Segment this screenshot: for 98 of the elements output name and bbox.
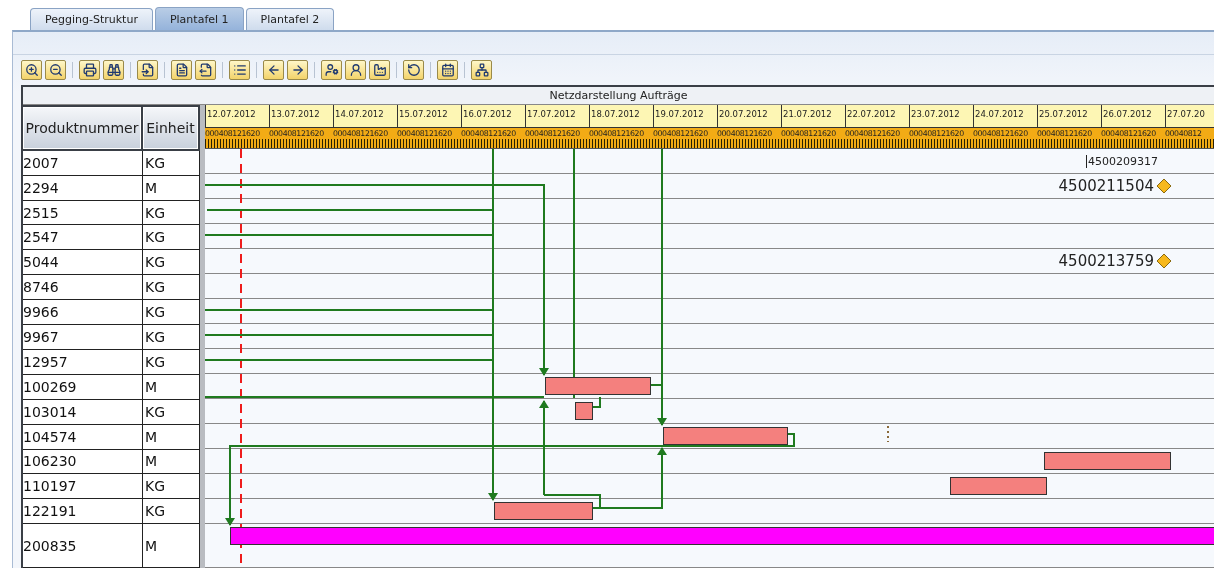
column-header[interactable]: Einheit — [143, 107, 198, 149]
table-cell: 5044 — [23, 254, 59, 271]
person-icon — [324, 63, 339, 77]
calendar-icon — [440, 63, 455, 77]
printer-icon — [82, 63, 97, 77]
order-bar[interactable] — [663, 427, 788, 445]
date-label: 23.07.2012 — [909, 105, 973, 127]
table-cell: 122191 — [23, 503, 77, 520]
toolbar-button[interactable] — [471, 60, 492, 80]
table-cell: 8746 — [23, 279, 59, 296]
date-label: 18.07.2012 — [589, 105, 653, 127]
table-cell: 9967 — [23, 329, 59, 345]
table-cell: M — [145, 378, 158, 395]
print-button[interactable] — [79, 60, 100, 80]
tab[interactable]: Plantafel 2 — [245, 8, 335, 30]
order-number: 4500209317 — [1086, 154, 1158, 168]
network-icon — [474, 63, 489, 77]
order-bar[interactable] — [950, 477, 1047, 495]
forward-button[interactable] — [287, 60, 308, 80]
order-bar[interactable] — [545, 377, 651, 395]
date-label: 17.07.2012 — [525, 105, 589, 127]
table-cell: 2547 — [23, 229, 59, 246]
order-number: 4500213759 — [1058, 252, 1154, 270]
toolbar-button[interactable] — [321, 60, 342, 80]
tab[interactable]: Pegging-Struktur — [30, 8, 153, 30]
back-button[interactable] — [263, 60, 284, 80]
zoom-in-icon — [24, 63, 39, 77]
zoom-out-icon — [48, 63, 63, 77]
date-label: 26.07.2012 — [1101, 105, 1165, 127]
connector-line — [592, 396, 601, 408]
tab[interactable]: Plantafel 1 — [154, 7, 244, 30]
zoom-in-button[interactable] — [21, 60, 42, 80]
date-label: 21.07.2012 — [781, 105, 845, 127]
table-cell: KG — [145, 353, 166, 370]
toolbar-button[interactable] — [195, 60, 216, 80]
table-cell: KG — [145, 204, 166, 221]
table-cell: M — [145, 428, 158, 445]
list-icon — [232, 63, 247, 77]
table-cell: 200835 — [23, 537, 77, 554]
date-label: 27.07.20 — [1165, 105, 1214, 127]
document-icon — [140, 63, 155, 77]
order-bar[interactable] — [494, 502, 593, 520]
diamond-icon — [1156, 253, 1172, 269]
table-cell: 12957 — [23, 353, 68, 370]
date-label: 16.07.2012 — [461, 105, 525, 127]
table-cell: KG — [145, 403, 166, 420]
table-cell: 103014 — [23, 403, 77, 420]
toolbar-button[interactable] — [403, 60, 424, 80]
diamond-icon — [1156, 178, 1172, 194]
date-label: 15.07.2012 — [397, 105, 461, 127]
table-cell: KG — [145, 329, 166, 345]
date-label: 14.07.2012 — [333, 105, 397, 127]
date-label: 24.07.2012 — [973, 105, 1037, 127]
dotted-marker — [887, 425, 889, 443]
find-button[interactable] — [103, 60, 124, 80]
table-cell: M — [145, 453, 158, 470]
document-icon — [198, 63, 213, 77]
list-button[interactable] — [229, 60, 250, 80]
toolbar-button[interactable] — [171, 60, 192, 80]
order-bar[interactable] — [230, 527, 1214, 545]
person-icon — [348, 63, 363, 77]
date-label: 25.07.2012 — [1037, 105, 1101, 127]
table-cell: KG — [145, 279, 166, 296]
date-label: 22.07.2012 — [845, 105, 909, 127]
calendar-button[interactable] — [437, 60, 458, 80]
column-header[interactable]: Produktnummer — [23, 107, 141, 149]
table-cell: KG — [145, 503, 166, 520]
toolbar-button[interactable] — [137, 60, 158, 80]
table-cell: 100269 — [23, 378, 77, 395]
table-cell: 2294 — [23, 179, 59, 196]
refresh-icon — [406, 63, 421, 77]
table-cell: 2007 — [23, 154, 59, 171]
date-label: 20.07.2012 — [717, 105, 781, 127]
factory-icon — [372, 63, 387, 77]
order-number: 4500211504 — [1058, 177, 1154, 195]
table-cell: KG — [145, 154, 166, 171]
chart-title: Netzdarstellung Aufträge — [23, 87, 1214, 105]
table-cell: KG — [145, 304, 166, 321]
date-label: 19.07.2012 — [653, 105, 717, 127]
table-cell: 9966 — [23, 304, 59, 321]
table-cell: 110197 — [23, 478, 77, 495]
table-cell: KG — [145, 478, 166, 495]
table-cell: 2515 — [23, 204, 59, 221]
table-cell: 104574 — [23, 428, 77, 445]
toolbar-button[interactable] — [369, 60, 390, 80]
zoom-out-button[interactable] — [45, 60, 66, 80]
table-cell: M — [145, 179, 158, 196]
date-label: 13.07.2012 — [269, 105, 333, 127]
order-bar[interactable] — [1044, 452, 1171, 470]
table-cell: M — [145, 537, 158, 554]
table-cell: 106230 — [23, 453, 77, 470]
date-label: 12.07.2012 — [205, 105, 269, 127]
toolbar-button[interactable] — [345, 60, 366, 80]
document-icon — [174, 63, 189, 77]
order-bar[interactable] — [575, 402, 593, 420]
binoculars-icon — [106, 63, 121, 77]
table-cell: KG — [145, 229, 166, 246]
table-cell: KG — [145, 254, 166, 271]
